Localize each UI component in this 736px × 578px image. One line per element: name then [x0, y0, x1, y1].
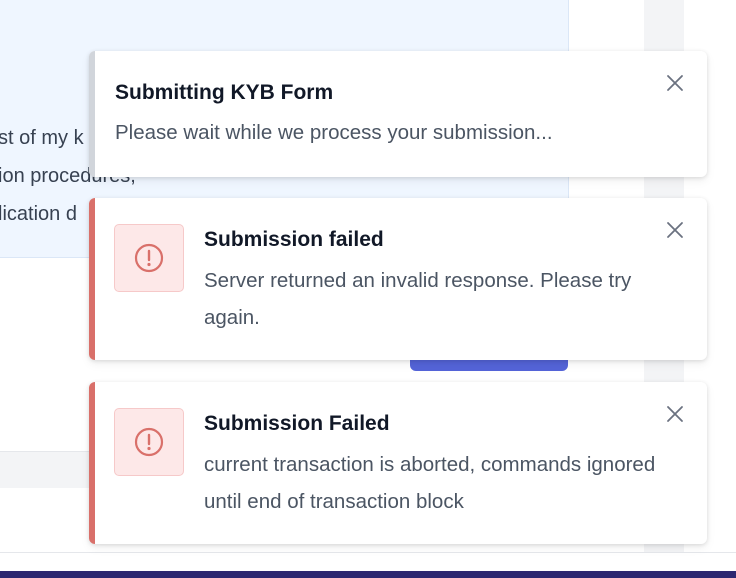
toast-submitting: Submitting KYB Form Please wait while we…	[89, 51, 707, 177]
info-text-line: lication d	[0, 203, 77, 225]
toast-title: Submitting KYB Form	[115, 81, 334, 104]
toast-transaction-failed: Submission Failed current transaction is…	[89, 382, 707, 544]
info-text-line: st of my k	[0, 127, 84, 149]
toast-title: Submission failed	[204, 228, 384, 251]
toast-accent	[89, 51, 95, 177]
close-icon[interactable]	[663, 402, 687, 426]
toast-message: Server returned an invalid response. Ple…	[204, 269, 632, 329]
toast-title: Submission Failed	[204, 412, 390, 435]
toast-submission-failed: Submission failed Server returned an inv…	[89, 198, 707, 360]
toast-message: Please wait while we process your submis…	[115, 121, 553, 144]
bottom-bar	[0, 571, 736, 578]
toast-message: current transaction is aborted, commands…	[204, 453, 656, 513]
divider	[0, 552, 736, 553]
close-icon[interactable]	[663, 218, 687, 242]
close-icon[interactable]	[663, 71, 687, 95]
toast-accent	[89, 382, 95, 544]
alert-circle-icon	[114, 224, 184, 292]
alert-circle-icon	[114, 408, 184, 476]
toast-accent	[89, 198, 95, 360]
